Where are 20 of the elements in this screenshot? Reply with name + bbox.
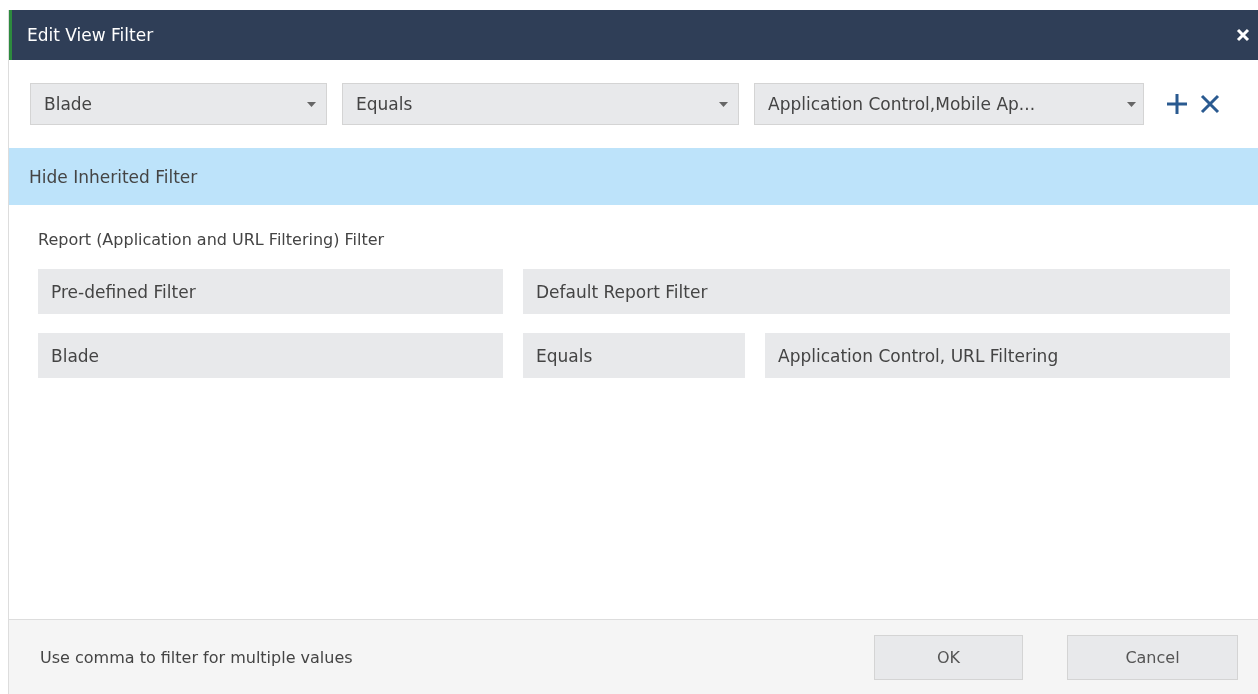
add-icon[interactable] xyxy=(1166,93,1188,115)
close-icon[interactable] xyxy=(1236,28,1250,42)
dropdown-field[interactable]: Blade xyxy=(30,83,327,125)
readonly-field: Pre-defined Filter xyxy=(38,269,503,314)
toggle-bar[interactable]: Hide Inherited Filter xyxy=(9,148,1258,205)
cancel-button[interactable]: Cancel xyxy=(1067,634,1238,680)
caret-icon xyxy=(1127,101,1136,107)
readonly-field: Blade xyxy=(38,333,503,378)
hint-text: Use comma to filter for multiple values xyxy=(40,647,353,667)
readonly-field: Equals xyxy=(523,333,745,378)
readonly-field: Application Control, URL Filtering xyxy=(765,333,1230,378)
readonly-field: Default Report Filter xyxy=(523,269,1230,314)
remove-icon[interactable] xyxy=(1200,94,1220,114)
ok-button[interactable]: OK xyxy=(874,634,1023,680)
caret-icon xyxy=(307,101,316,107)
window-title: Edit View Filter xyxy=(27,25,154,45)
dropdown-field[interactable]: Application Control,Mobile Ap... xyxy=(754,83,1144,125)
section-heading: Report (Application and URL Filtering) Filter xyxy=(38,230,386,249)
dropdown-field[interactable]: Equals xyxy=(342,83,739,125)
caret-icon xyxy=(719,101,728,107)
